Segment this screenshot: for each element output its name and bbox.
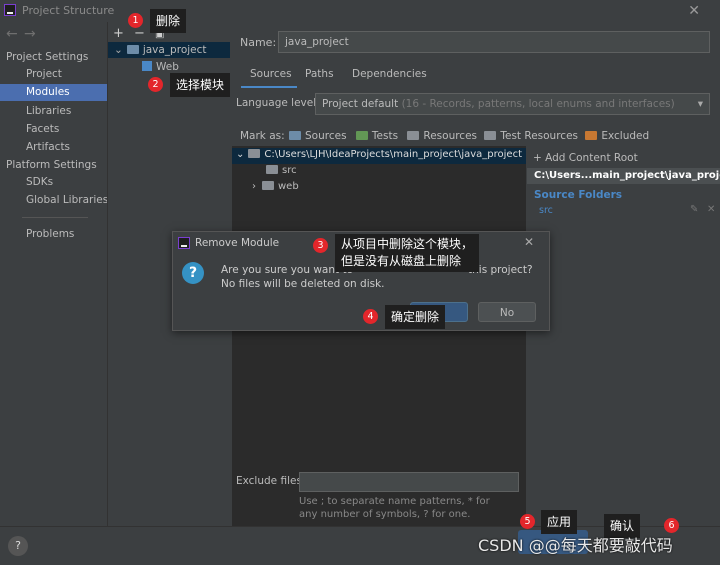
exclude-files-hint: Use ; to separate name patterns, * for a… <box>299 496 490 520</box>
sidebar-item-sdks[interactable]: SDKs <box>0 174 107 191</box>
annotation-confirm-delete: 确定删除 <box>385 305 446 329</box>
language-level-label: Language level: <box>236 97 320 109</box>
content-root-detail <box>527 146 720 526</box>
csdn-watermark: CSDN @@每天都要敲代码 <box>478 536 673 555</box>
question-icon: ? <box>182 262 204 284</box>
step-badge-4: 4 <box>363 309 378 324</box>
add-content-root-button[interactable]: + Add Content Root <box>533 152 638 164</box>
mark-tests-button[interactable]: Tests <box>355 130 398 142</box>
tree-item-src[interactable]: src <box>266 165 297 176</box>
remove-icon[interactable]: − <box>134 26 145 41</box>
exclude-files-label: Exclude files: <box>236 475 306 487</box>
back-arrow-icon[interactable]: ← <box>6 26 18 42</box>
mark-resources-button[interactable]: Resources <box>407 130 477 142</box>
excluded-folder-icon <box>585 131 598 140</box>
folder-icon <box>262 181 274 190</box>
sidebar-item-problems[interactable]: Problems <box>0 226 107 243</box>
plus-icon: + <box>533 152 546 164</box>
tests-folder-icon <box>355 131 368 140</box>
tab-sources[interactable]: Sources <box>250 68 292 80</box>
folder-icon <box>248 149 261 158</box>
content-root-path: ⌄ C:\Users\LJH\IdeaProjects\main_project\… <box>236 149 522 160</box>
sidebar-item-global-libraries[interactable]: Global Libraries <box>0 192 108 209</box>
step-badge-2: 2 <box>148 77 163 92</box>
close-icon[interactable]: ✕ <box>688 3 700 19</box>
sidebar-item-modules[interactable]: Modules <box>0 84 107 101</box>
sidebar-divider <box>22 217 88 218</box>
no-button[interactable]: No <box>478 302 536 322</box>
step-badge-6: 6 <box>664 518 679 533</box>
annotation-select-module: 选择模块 <box>170 73 231 97</box>
sidebar-item-facets[interactable]: Facets <box>0 121 107 138</box>
step-badge-3: 3 <box>313 238 328 253</box>
project-settings-header: Project Settings <box>6 51 89 63</box>
forward-arrow-icon[interactable]: → <box>24 26 36 42</box>
exclude-files-input[interactable] <box>299 472 519 492</box>
sidebar-item-libraries[interactable]: Libraries <box>0 103 107 120</box>
dialog-close-icon[interactable]: ✕ <box>524 235 534 249</box>
annotation-apply: 应用 <box>541 510 578 534</box>
tree-item-web-folder[interactable]: › web <box>252 181 299 192</box>
annotation-delete: 删除 <box>150 9 187 33</box>
chevron-down-icon: ⌄ <box>236 149 245 160</box>
chevron-right-icon: › <box>252 181 256 192</box>
language-level-select[interactable]: Project default (16 - Records, patterns,… <box>315 93 710 115</box>
window-title: Project Structure <box>22 4 115 17</box>
step-badge-1: 1 <box>128 13 143 28</box>
resources-folder-icon <box>407 131 420 140</box>
intellij-app-icon <box>4 4 16 16</box>
tree-item-java-project[interactable]: ⌄ java_project <box>108 42 230 58</box>
sources-folder-icon <box>289 131 301 140</box>
remove-folder-icon[interactable]: ✕ <box>707 204 715 215</box>
sidebar-item-project[interactable]: Project <box>0 66 107 83</box>
help-icon[interactable]: ? <box>8 536 28 556</box>
sidebar-item-artifacts[interactable]: Artifacts <box>0 139 107 156</box>
annotation-remove-explanation: 从项目中删除这个模块， 但是没有从磁盘上删除 <box>335 234 480 272</box>
tab-dependencies[interactable]: Dependencies <box>352 68 427 80</box>
chevron-down-icon: ⌄ <box>114 44 123 56</box>
web-facet-icon <box>142 61 152 71</box>
dialog-message-note: No files will be deleted on disk. <box>221 278 385 290</box>
mark-excluded-button[interactable]: Excluded <box>585 130 649 142</box>
test-resources-folder-icon <box>484 131 497 140</box>
tree-item-web[interactable]: Web <box>108 59 179 75</box>
dialog-message-start: Are you sure you want to <box>221 264 354 276</box>
name-label: Name: <box>240 36 277 49</box>
mark-sources-button[interactable]: Sources <box>289 130 347 142</box>
source-folder-item[interactable]: src <box>539 205 553 216</box>
mark-as-toolbar: Sources Tests Resources Test Resources E… <box>289 130 649 142</box>
content-root-tree <box>232 146 526 526</box>
mark-as-label: Mark as: <box>240 130 285 142</box>
edit-icon[interactable]: ✎ <box>690 204 698 215</box>
folder-icon <box>266 165 278 174</box>
chevron-down-icon: ▾ <box>697 98 703 110</box>
platform-settings-header: Platform Settings <box>6 159 97 171</box>
dialog-title: Remove Module <box>195 237 280 249</box>
active-tab-indicator <box>241 86 297 88</box>
module-folder-icon <box>126 45 139 54</box>
content-root-header: C:\Users...main_project\java_project <box>527 168 720 184</box>
tab-paths[interactable]: Paths <box>305 68 334 80</box>
intellij-app-icon <box>178 237 190 249</box>
mark-test-resources-button[interactable]: Test Resources <box>484 130 578 142</box>
add-icon[interactable]: + <box>113 26 124 41</box>
source-folders-header: Source Folders <box>534 189 623 201</box>
step-badge-5: 5 <box>520 514 535 529</box>
module-name-input[interactable]: java_project <box>278 31 710 53</box>
